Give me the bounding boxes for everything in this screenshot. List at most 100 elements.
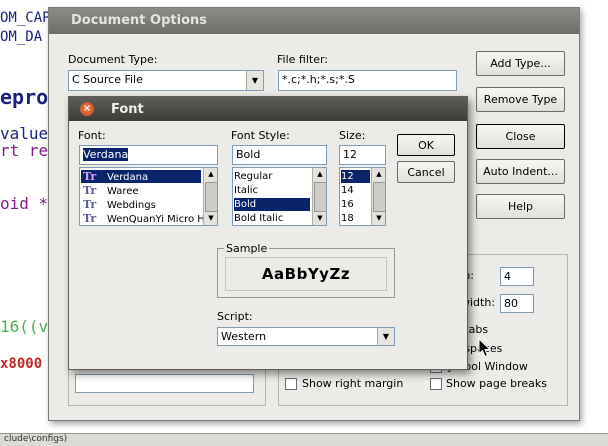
font-size-scrollbar[interactable]: ▲ ▼ [371, 168, 385, 225]
scroll-down-icon[interactable]: ▼ [372, 212, 385, 225]
close-button[interactable]: Close [476, 124, 565, 149]
help-button[interactable]: Help [476, 194, 565, 219]
font-dialog-title: Font [111, 102, 144, 117]
file-filter-input[interactable]: *.c;*.h;*.s;*.S [278, 70, 457, 91]
tab-width-input[interactable]: 4 [500, 267, 534, 286]
font-list-item-label: WenQuanYi Micro H [107, 214, 205, 225]
font-size-item-label: 16 [341, 199, 354, 210]
scroll-up-icon[interactable]: ▲ [204, 168, 217, 181]
editor-line-8: x8000 [0, 356, 43, 372]
font-list-item[interactable]: Tr Verdana [81, 170, 201, 183]
font-list-item-label: Webdings [107, 200, 156, 211]
scroll-up-icon[interactable]: ▲ [313, 168, 326, 181]
add-type-button[interactable]: Add Type... [476, 51, 565, 76]
scroll-up-icon[interactable]: ▲ [372, 168, 385, 181]
ok-label: OK [418, 139, 434, 152]
scrollbar-thumb[interactable] [314, 182, 326, 212]
script-select[interactable]: Western ▼ [217, 327, 395, 346]
truetype-icon: Tr [83, 198, 97, 211]
document-type-label: Document Type: [68, 53, 158, 66]
font-style-item[interactable]: Bold Italic [234, 212, 310, 225]
font-style-item[interactable]: Regular [234, 170, 310, 183]
document-options-title: Document Options [71, 13, 207, 28]
ok-button[interactable]: OK [397, 134, 455, 156]
scrollbar-thumb[interactable] [205, 182, 217, 212]
font-style-item[interactable]: Italic [234, 184, 310, 197]
font-name-value: Verdana [83, 148, 129, 161]
font-name-input[interactable]: Verdana [79, 145, 218, 165]
show-right-margin-label[interactable]: Show right margin [302, 377, 403, 390]
font-style-item-label: Italic [234, 185, 259, 196]
status-bar: clude\configs) [0, 433, 608, 446]
script-label: Script: [217, 310, 253, 323]
font-size-item-label: 18 [341, 213, 354, 224]
close-label: Close [505, 130, 536, 143]
margin-width-value: 80 [504, 297, 518, 310]
document-options-titlebar[interactable]: Document Options [49, 8, 579, 34]
font-dialog-titlebar[interactable]: × Font [69, 97, 467, 121]
font-dialog: × Font Font: Verdana Tr Verdana Tr Waree T… [68, 96, 468, 370]
font-list-item-label: Waree [107, 186, 139, 197]
font-size-value: 12 [343, 148, 357, 161]
font-size-item-label: 12 [341, 171, 354, 182]
scrollbar-thumb[interactable] [373, 182, 385, 212]
font-style-list[interactable]: Regular Italic Bold Bold Italic ▲ ▼ [232, 167, 327, 226]
show-page-breaks-label[interactable]: Show page breaks [446, 377, 547, 390]
sample-text: AaBbYyZz [261, 265, 351, 283]
font-style-label: Font Style: [231, 129, 290, 142]
margin-width-input[interactable]: 80 [500, 294, 534, 313]
font-style-item-label: Bold [234, 199, 257, 210]
font-size-input[interactable]: 12 [339, 145, 386, 165]
font-list[interactable]: Tr Verdana Tr Waree Tr Webdings Tr WenQuanYi… [79, 167, 218, 226]
font-size-item[interactable]: 14 [341, 184, 370, 197]
mouse-cursor-icon [478, 338, 492, 358]
file-filter-value: *.c;*.h;*.s;*.S [282, 73, 355, 86]
size-label: Size: [339, 129, 366, 142]
truetype-icon: Tr [83, 184, 97, 197]
scroll-down-icon[interactable]: ▼ [204, 212, 217, 225]
sample-group: AaBbYyZz [217, 248, 395, 298]
remove-type-label: Remove Type [483, 93, 558, 106]
font-list-scrollbar[interactable]: ▲ ▼ [203, 168, 217, 225]
add-type-label: Add Type... [490, 57, 551, 70]
help-label: Help [507, 200, 534, 213]
font-style-scrollbar[interactable]: ▲ ▼ [312, 168, 326, 225]
font-style-item[interactable]: Bold [234, 198, 310, 211]
show-right-margin-checkbox[interactable] [285, 378, 297, 390]
sample-preview: AaBbYyZz [225, 257, 387, 291]
left-options-input[interactable] [75, 374, 254, 393]
font-list-item-label: Verdana [107, 172, 149, 183]
font-style-item-label: Regular [234, 171, 273, 182]
document-type-select[interactable]: C Source File ▼ [68, 70, 264, 91]
status-bar-path: clude\configs) [4, 434, 68, 444]
font-list-item[interactable]: Tr Webdings [81, 198, 201, 211]
remove-type-button[interactable]: Remove Type [476, 87, 565, 112]
auto-indent-label: Auto Indent... [483, 165, 558, 178]
font-style-value: Bold [236, 148, 261, 161]
font-size-list[interactable]: 12 14 16 18 ▲ ▼ [339, 167, 386, 226]
tab-width-value: 4 [504, 270, 511, 283]
editor-line-7: 16((v [0, 317, 49, 336]
font-list-item[interactable]: Tr WenQuanYi Micro H [81, 212, 205, 225]
font-size-item-label: 14 [341, 185, 354, 196]
scroll-down-icon[interactable]: ▼ [313, 212, 326, 225]
font-style-input[interactable]: Bold [232, 145, 327, 165]
editor-line-3: epro [0, 85, 49, 109]
truetype-icon: Tr [83, 170, 97, 183]
font-list-item[interactable]: Tr Waree [81, 184, 201, 197]
font-size-item[interactable]: 16 [341, 198, 370, 211]
truetype-icon: Tr [83, 212, 97, 225]
show-page-breaks-checkbox[interactable] [430, 378, 442, 390]
sample-label: Sample [224, 242, 270, 255]
chevron-down-icon[interactable]: ▼ [246, 71, 263, 90]
auto-indent-button[interactable]: Auto Indent... [476, 159, 565, 184]
cancel-button[interactable]: Cancel [397, 161, 455, 183]
font-size-item[interactable]: 12 [341, 170, 370, 183]
font-label: Font: [78, 129, 106, 142]
editor-line-1: OM_CAP [0, 10, 51, 26]
close-icon[interactable]: × [80, 102, 94, 116]
font-style-item-label: Bold Italic [234, 213, 284, 224]
chevron-down-icon[interactable]: ▼ [377, 328, 394, 345]
document-type-value: C Source File [72, 73, 143, 86]
font-size-item[interactable]: 18 [341, 212, 370, 225]
